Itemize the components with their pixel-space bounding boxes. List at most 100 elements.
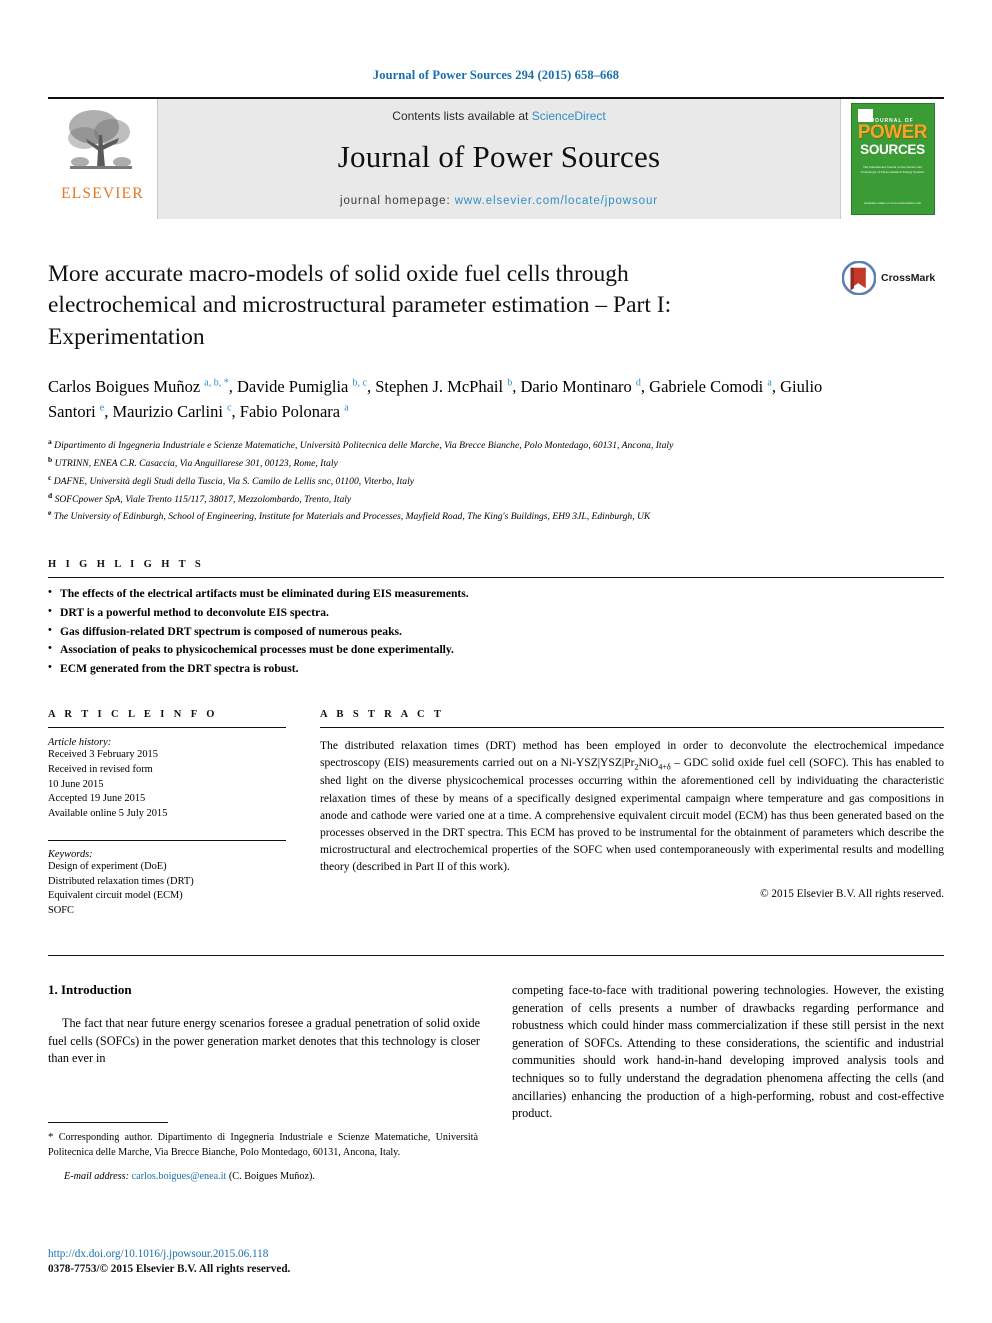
author-name: Fabio Polonara [239,401,341,421]
cover-logo-box [857,109,873,122]
author-entry: Stephen J. McPhail b, [375,376,517,396]
author-name: Dario Montinaro [520,376,632,396]
highlight-item: Association of peaks to physicochemical … [48,640,944,660]
article-history-item: 10 June 2015 [48,778,104,790]
author-affiliation-marks: a, b, * [204,377,229,389]
journal-title: Journal of Power Sources [337,139,661,174]
article-history-item: Accepted 19 June 2015 [48,793,146,805]
author-name: Davide Pumiglia [237,376,349,396]
email-label: E-mail address: [64,1170,129,1182]
sciencedirect-link[interactable]: ScienceDirect [532,109,606,123]
affiliation-mark: e [48,508,52,518]
author-affiliation-marks: b, c [352,377,367,389]
keyword-item: SOFC [48,905,74,917]
email-link[interactable]: carlos.boigues@enea.it [132,1171,227,1182]
affiliation-text: The University of Edinburgh, School of E… [53,511,651,523]
elsevier-logo: ELSEVIER [48,99,158,219]
cover-art: JOURNAL OF POWER SOURCES The Internation… [850,103,935,215]
author-affiliation-marks: a [767,377,772,389]
journal-homepage-line: journal homepage: www.elsevier.com/locat… [340,195,658,207]
doi-block: http://dx.doi.org/10.1016/j.jpowsour.201… [48,1248,290,1275]
author-affiliation-marks: e [99,402,105,413]
author-affiliation-marks: c [227,402,232,413]
article-info-section: A R T I C L E I N F O Article history: R… [48,709,286,919]
article-info-heading: A R T I C L E I N F O [48,708,218,720]
elsevier-wordmark: ELSEVIER [61,185,144,202]
highlight-item: DRT is a powerful method to deconvolute … [48,603,944,623]
abstract-part-2: – GDC solid oxide fuel cell (SOFC). This… [320,757,944,874]
affiliation-text: SOFCpower SpA, Viale Trento 115/117, 380… [54,493,352,505]
affiliation-list: a Dipartimento di Ingegneria Industriale… [48,436,848,525]
cover-sources-word: SOURCES [860,142,925,158]
affiliation-text: DAFNE, Università degli Studi della Tusc… [53,475,415,487]
abstract-divider [320,726,944,728]
affiliation-text: Dipartimento di Ingegneria Industriale e… [54,440,674,452]
info-abstract-row: A R T I C L E I N F O Article history: R… [48,709,944,919]
email-owner: (C. Boigues Muñoz). [228,1170,315,1182]
corresponding-author-text: Corresponding author. Dipartimento di In… [48,1132,479,1158]
cover-subtitle: The International Journal on the Science… [860,164,925,174]
author-entry: Fabio Polonara a [240,402,349,421]
doi-link[interactable]: http://dx.doi.org/10.1016/j.jpowsour.201… [48,1248,290,1260]
masthead-center: Contents lists available at ScienceDirec… [158,99,840,219]
affiliation-mark: c [48,472,52,482]
keywords-divider [48,839,286,841]
article-info-divider [48,726,286,728]
affiliation-mark: a [48,437,52,447]
author-list: Carlos Boigues Muñoz a, b, *, Davide Pum… [48,375,838,425]
highlight-item: Gas diffusion-related DRT spectrum is co… [48,622,944,642]
affiliation-item: a Dipartimento di Ingegneria Industriale… [48,436,848,454]
corresponding-author-star: * [48,1131,54,1143]
formula-subscript-4delta: 4+δ [658,762,671,772]
affiliation-item: e The University of Edinburgh, School of… [48,507,848,525]
article-history-item: Received 3 February 2015 [48,748,158,760]
abstract-copyright: © 2015 Elsevier B.V. All rights reserved… [760,887,944,900]
author-entry: Maurizio Carlini c, [112,401,236,421]
crossmark-badge[interactable]: CrossMark [842,261,944,295]
affiliation-item: d SOFCpower SpA, Viale Trento 115/117, 3… [48,490,848,508]
body-column-left: 1. Introduction The fact that near futur… [48,982,480,1123]
keyword-item: Design of experiment (DoE) [48,860,167,872]
article-title: More accurate macro-models of solid oxid… [48,261,672,350]
corresponding-author-note: * Corresponding author. Dipartimento di … [48,1130,478,1161]
body-columns: 1. Introduction The fact that near futur… [48,982,944,1123]
author-entry: Dario Montinaro d, [520,376,646,396]
footnote-rule [48,1122,168,1123]
homepage-url-link[interactable]: www.elsevier.com/locate/jpowsour [455,195,658,207]
author-entry: Davide Pumiglia b, c, [237,376,372,396]
running-head: Journal of Power Sources 294 (2015) 658–… [372,68,620,82]
author-affiliation-marks: a [344,402,349,413]
affiliation-mark: d [48,490,53,500]
email-note: E-mail address: carlos.boigues@enea.it (… [48,1171,478,1182]
author-name: Maurizio Carlini [112,401,223,421]
highlights-divider [48,577,944,579]
affiliation-item: b UTRINN, ENEA C.R. Casaccia, Via Anguil… [48,454,848,472]
intro-paragraph-right: competing face-to-face with traditional … [512,982,944,1121]
footnote-block: * Corresponding author. Dipartimento di … [48,1122,478,1182]
crossmark-icon [842,261,876,295]
body-column-right: competing face-to-face with traditional … [512,982,944,1123]
author-name: Stephen J. McPhail [375,376,504,396]
intro-paragraph-left: The fact that near future energy scenari… [48,1015,480,1066]
keyword-item: Distributed relaxation times (DRT) [48,875,194,887]
author-name: Gabriele Comodi [649,376,764,396]
paper-page: Journal of Power Sources 294 (2015) 658–… [0,0,992,1323]
abstract-heading: A B S T R A C T [320,708,445,720]
highlight-item: ECM generated from the DRT spectra is ro… [48,659,944,679]
author-entry: Gabriele Comodi a, [649,376,776,396]
elsevier-tree-icon [67,110,132,169]
author-affiliation-marks: b [507,377,513,389]
section-heading-introduction: 1. Introduction [48,981,132,997]
abstract-body: The distributed relaxation times (DRT) m… [320,738,944,877]
cover-power-word: POWER [857,122,928,143]
abstract-section: A B S T R A C T The distributed relaxati… [320,709,944,919]
highlights-section: H I G H L I G H T S The effects of the e… [48,559,944,679]
journal-cover-thumbnail: JOURNAL OF POWER SOURCES The Internation… [840,99,944,219]
author-name: Carlos Boigues Muñoz [48,376,201,396]
article-history-item: Available online 5 July 2015 [48,808,168,820]
formula-mid: NiO [638,757,659,770]
body-divider [48,954,944,956]
highlights-heading: H I G H L I G H T S [48,559,205,571]
highlight-item: The effects of the electrical artifacts … [48,584,944,604]
contents-prefix: Contents lists available at [392,109,532,123]
